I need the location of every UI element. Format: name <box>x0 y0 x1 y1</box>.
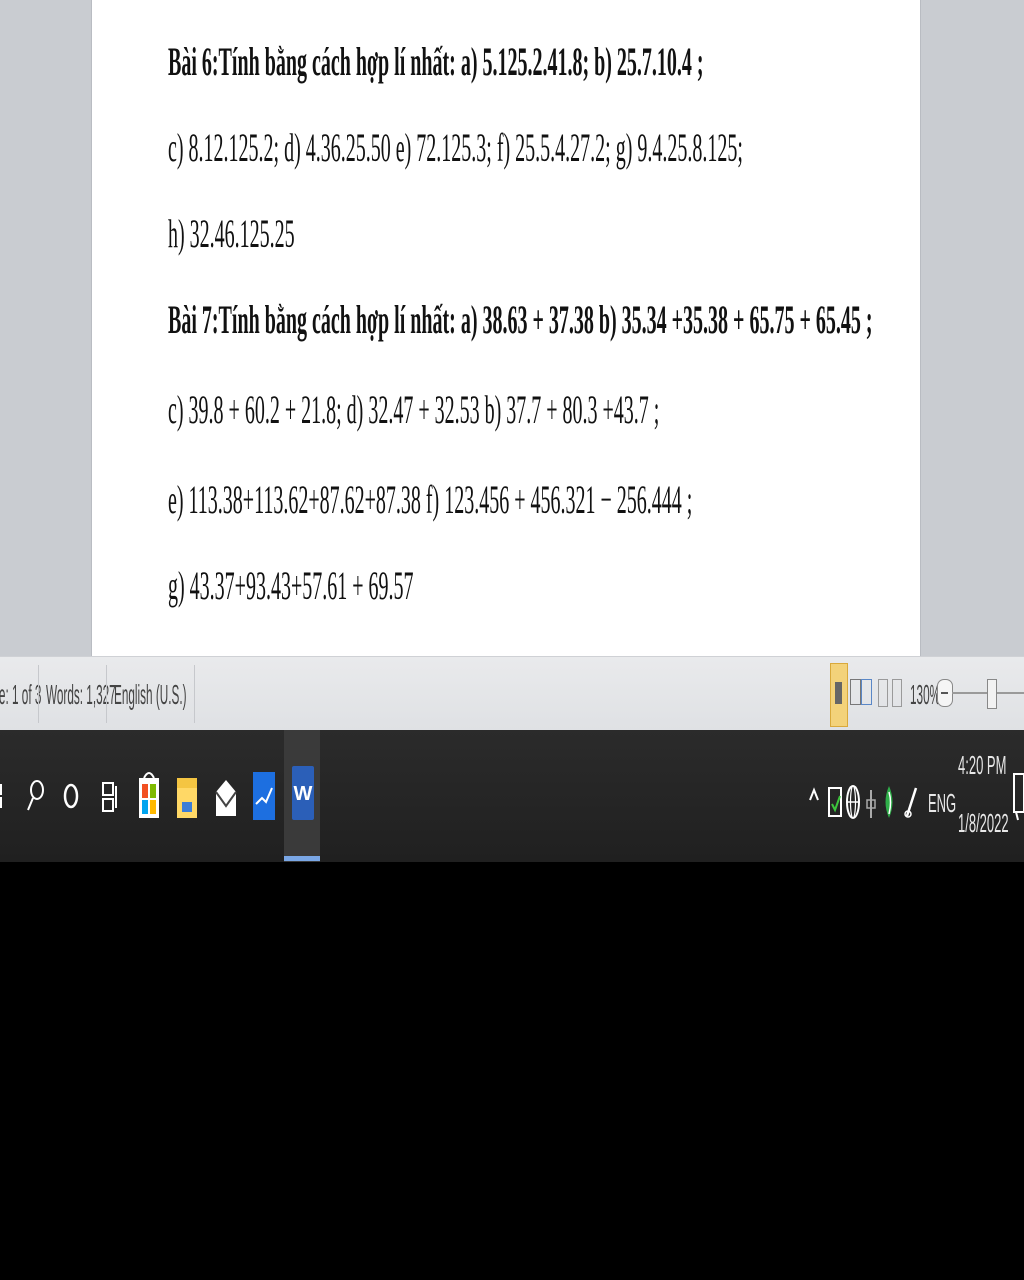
language-indicator[interactable]: English (U.S.) <box>114 679 187 711</box>
clock-time: 4:20 PM <box>958 750 1007 780</box>
app-icon <box>253 772 275 820</box>
search-button[interactable] <box>26 778 44 814</box>
task-view-button[interactable] <box>100 780 118 814</box>
cortana-button[interactable] <box>62 780 80 812</box>
exercise-7-line-4: g) 43.37+93.43+57.61 + 69.57 <box>168 563 414 608</box>
exercise-6-heading: Bài 6:Tính bằng cách hợp lí nhất: a) 5.1… <box>168 39 704 84</box>
print-layout-view-button[interactable] <box>830 663 848 727</box>
tray-security-icon[interactable] <box>828 784 842 820</box>
zoom-slider-thumb[interactable] <box>987 679 997 709</box>
status-divider <box>38 665 39 723</box>
pen-icon <box>904 787 918 818</box>
globe-icon <box>846 785 860 819</box>
document-workspace: Bài 6:Tính bằng cách hợp lí nhất: a) 5.1… <box>0 0 1024 656</box>
exercise-7-heading: Bài 7:Tính bằng cách hợp lí nhất: a) 38.… <box>168 297 873 342</box>
page-count[interactable]: Page: 1 of 3 <box>0 679 41 711</box>
web-layout-view-button[interactable] <box>878 679 888 707</box>
taskbar-app-blue[interactable] <box>252 770 276 822</box>
usb-icon <box>866 790 876 818</box>
tray-network-globe-icon[interactable] <box>846 782 860 822</box>
zoom-level[interactable]: 130% <box>910 679 940 711</box>
reading-view-icon <box>850 679 861 705</box>
word-icon: W <box>284 766 320 861</box>
shield-check-icon <box>828 787 842 817</box>
search-icon <box>27 780 44 811</box>
show-hidden-icons-button[interactable] <box>808 786 820 806</box>
black-empty-area <box>0 862 1024 1280</box>
tray-pen-icon[interactable] <box>904 786 918 822</box>
status-bar: Page: 1 of 3 Words: 1,327 English (U.S.)… <box>0 656 1024 731</box>
mail-icon <box>215 780 237 816</box>
cortana-icon <box>63 783 79 809</box>
exercise-6-line-2: c) 8.12.125.2; d) 4.36.25.50 e) 72.125.3… <box>168 125 743 170</box>
exercise-7-line-3: e) 113.38+113.62+87.62+87.38 f) 123.456 … <box>168 477 693 522</box>
tray-usb-icon[interactable] <box>866 788 876 822</box>
tray-green-app-icon[interactable] <box>882 784 896 820</box>
windows-icon <box>0 784 2 808</box>
notification-icon <box>1013 773 1024 821</box>
taskbar-app-microsoft-store[interactable] <box>138 768 160 822</box>
exercise-6-line-3: h) 32.46.125.25 <box>168 211 295 256</box>
status-divider <box>106 665 107 723</box>
document-page[interactable]: Bài 6:Tính bằng cách hợp lí nhất: a) 5.1… <box>92 0 920 656</box>
start-button[interactable] <box>0 784 2 808</box>
clock-date: 1/8/2022 <box>958 808 1009 838</box>
folder-icon <box>177 778 197 818</box>
taskbar-app-file-explorer[interactable] <box>176 772 198 822</box>
full-screen-reading-view-button[interactable] <box>850 679 872 707</box>
chevron-up-icon <box>809 787 819 801</box>
svg-text:W: W <box>294 783 313 805</box>
store-icon <box>139 772 159 818</box>
input-language-indicator[interactable]: ENG <box>928 788 956 819</box>
notifications-button[interactable] <box>1012 770 1024 822</box>
taskbar-app-mail[interactable] <box>214 778 238 818</box>
page-view-icon <box>835 682 842 704</box>
taskbar-app-word[interactable]: W <box>284 730 320 862</box>
task-view-icon <box>102 782 117 812</box>
status-divider <box>194 665 195 723</box>
taskbar: W ENG 4:20 PM 1/8/2022 <box>0 730 1024 862</box>
zoom-out-button[interactable] <box>937 679 953 707</box>
exercise-7-line-2: c) 39.8 + 60.2 + 21.8; d) 32.47 + 32.53 … <box>168 387 660 432</box>
outline-view-button[interactable] <box>892 679 902 707</box>
clock[interactable]: 4:20 PM 1/8/2022 <box>958 750 1009 846</box>
leaf-icon <box>885 786 893 818</box>
